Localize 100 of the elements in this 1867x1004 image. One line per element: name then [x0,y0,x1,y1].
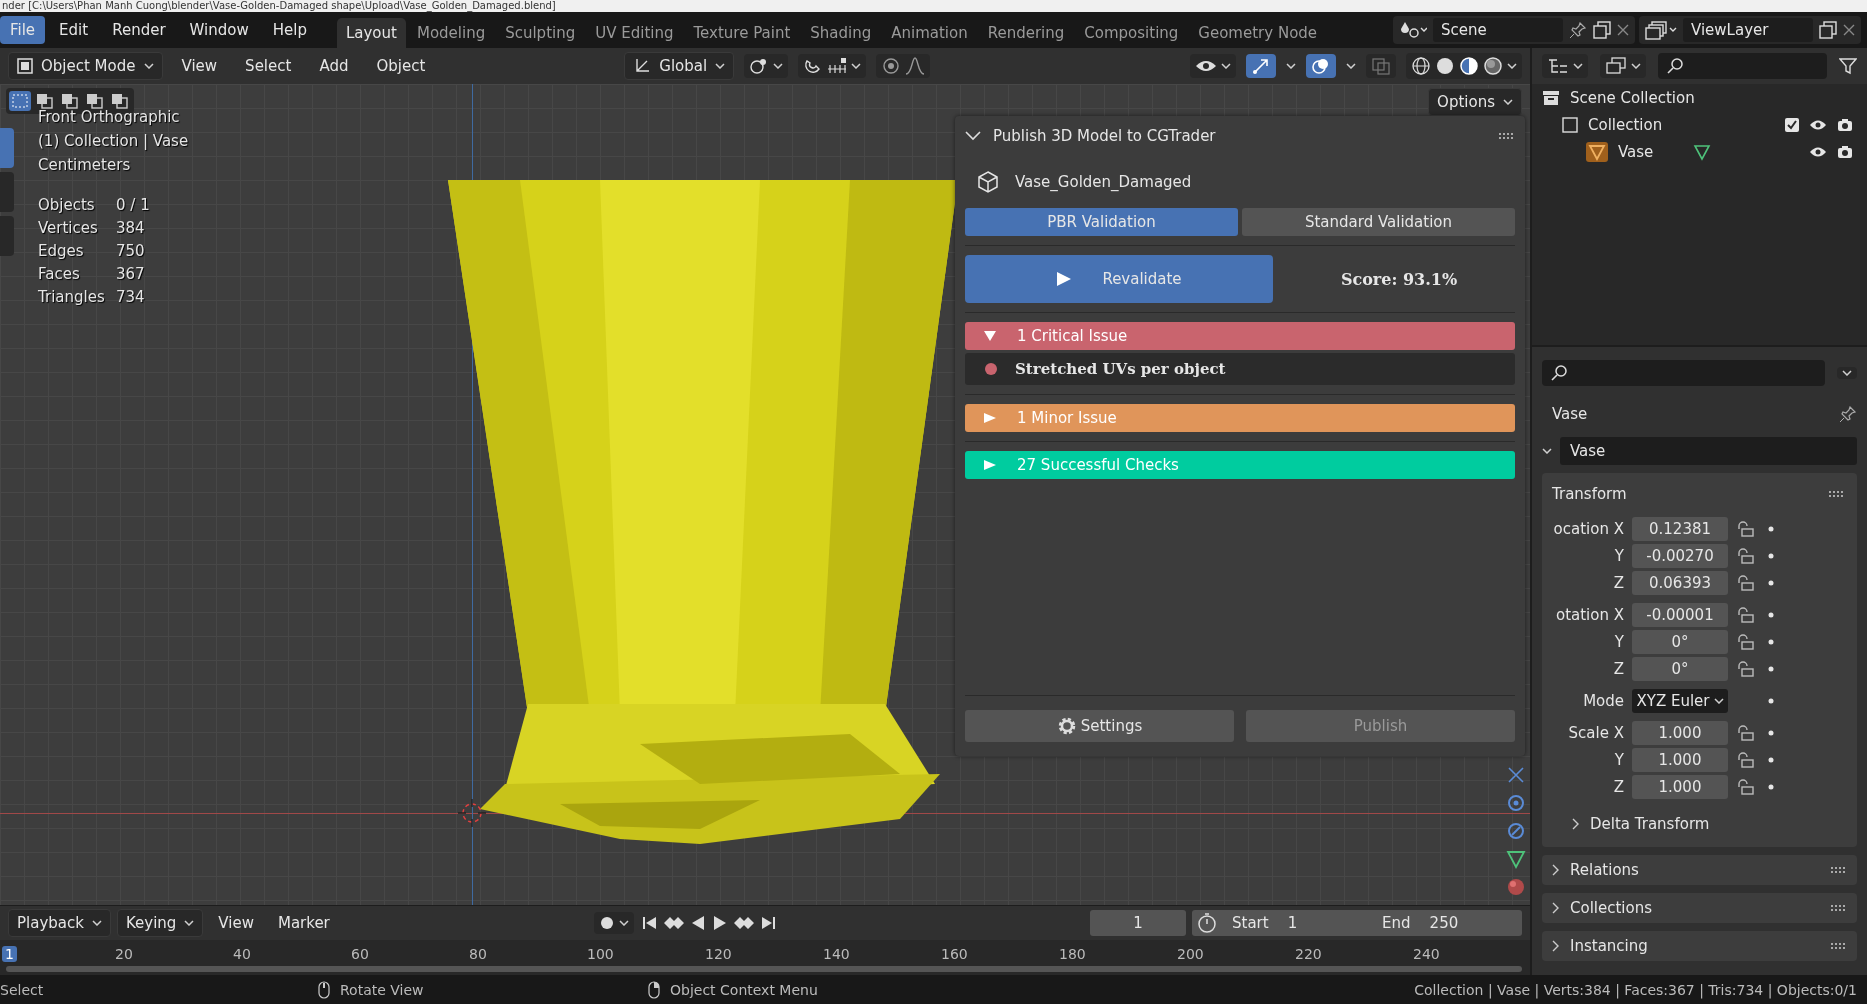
workspace-tab[interactable]: UV Editing [586,18,683,48]
keyframe-dot-icon[interactable] [1768,553,1774,559]
settings-button[interactable]: Settings [965,710,1234,742]
header-menu[interactable]: Object [367,53,435,79]
collapse-chevron-icon[interactable] [965,131,981,141]
mesh-data-icon[interactable] [1693,142,1712,161]
proportional-edit-icon[interactable] [881,57,902,75]
solid-shading-icon[interactable] [1435,56,1455,76]
workspace-tab[interactable]: Layout [336,18,406,48]
scene-icon[interactable] [1399,20,1427,40]
keyframe-dot-icon[interactable] [1768,784,1774,790]
start-frame-field[interactable]: Start 1 [1222,910,1372,936]
panel-header[interactable]: Collections [1542,893,1857,923]
lock-icon[interactable] [1736,725,1754,741]
workspace-tab[interactable]: Modeling [407,18,495,48]
drag-handle-icon[interactable] [1499,133,1515,139]
menu-item[interactable]: Render [102,16,176,44]
mode-dropdown[interactable]: XYZ Euler [1632,689,1728,713]
lock-icon[interactable] [1736,661,1754,677]
header-menu[interactable]: View [172,53,227,79]
outliner-display-icon[interactable] [1547,57,1569,75]
number-field[interactable]: 0° [1632,657,1728,681]
constraint-icon[interactable] [1506,765,1526,785]
previous-keyframe-icon[interactable] [662,914,686,932]
material-icon[interactable] [1506,877,1526,897]
search-field[interactable] [1658,53,1827,79]
next-keyframe-icon[interactable] [732,914,756,932]
timeline-menu[interactable]: Keying [116,909,204,937]
current-frame-field[interactable]: 1 [1090,910,1186,936]
revalidate-button[interactable]: Revalidate [965,255,1273,303]
eye-icon[interactable] [1809,145,1827,158]
issue-group-header[interactable]: 1 Critical Issue [965,322,1515,350]
selection-mode-icon[interactable] [84,91,106,111]
scrollbar[interactable] [6,966,1522,972]
duplicate-icon[interactable] [1819,21,1837,39]
number-field[interactable]: 1.000 [1632,721,1728,745]
view-layer-name[interactable]: ViewLayer [1683,18,1813,42]
mode-dropdown[interactable]: Object Mode [8,52,163,80]
menu-item[interactable]: Edit [49,16,99,44]
scene-selector[interactable]: Scene [1393,16,1635,44]
rendered-shading-icon[interactable] [1483,56,1503,76]
keyframe-dot-icon[interactable] [1768,666,1774,672]
number-field[interactable]: 1.000 [1632,748,1728,772]
selection-mode-icon[interactable] [109,91,131,111]
pin-icon[interactable] [1839,405,1857,423]
mesh-data-icon[interactable] [1506,849,1526,869]
lock-icon[interactable] [1736,521,1754,537]
number-field[interactable]: 0.06393 [1632,571,1728,595]
subpanel-heading[interactable]: Delta Transform [1590,815,1710,833]
number-field[interactable]: 0° [1632,630,1728,654]
number-field[interactable]: 1.000 [1632,775,1728,799]
wireframe-shading-icon[interactable] [1411,56,1431,76]
validation-tab[interactable]: Standard Validation [1242,208,1515,236]
workspace-tab[interactable]: Geometry Node [1189,18,1327,48]
number-field[interactable]: 0.12381 [1632,517,1728,541]
menu-item[interactable]: File [0,16,46,44]
lock-icon[interactable] [1736,607,1754,623]
lock-icon[interactable] [1736,575,1754,591]
header-menu[interactable]: Add [310,53,358,79]
overlay-icon[interactable] [1311,57,1331,75]
drag-handle-icon[interactable] [1829,491,1845,497]
search-field[interactable] [1542,360,1825,386]
number-field[interactable]: -0.00001 [1632,603,1728,627]
object-constraint-icon[interactable] [1506,821,1526,841]
workspace-tab[interactable]: Compositing [1075,18,1188,48]
view-layer-selector[interactable]: ViewLayer [1639,16,1861,44]
exclude-checkbox[interactable] [1785,117,1799,132]
workspace-tab[interactable]: Sculpting [496,18,585,48]
end-frame-field[interactable]: End 250 [1372,910,1522,936]
outliner-item[interactable]: Collection [1588,115,1663,134]
record-icon[interactable] [599,915,615,931]
physics-icon[interactable] [1506,793,1526,813]
workspace-tab[interactable]: Animation [882,18,977,48]
duplicate-icon[interactable] [1593,21,1611,39]
lock-icon[interactable] [1736,779,1754,795]
lock-icon[interactable] [1736,548,1754,564]
panel-heading[interactable]: Transform [1552,485,1627,503]
keyframe-dot-icon[interactable] [1768,580,1774,586]
eye-icon[interactable] [1809,118,1827,131]
keyframe-dot-icon[interactable] [1768,730,1774,736]
filter-icon[interactable] [1839,57,1857,75]
workspace-tab[interactable]: Texture Paint [684,18,800,48]
number-field[interactable]: -0.00270 [1632,544,1728,568]
keyframe-dot-icon[interactable] [1768,639,1774,645]
selection-mode-icon[interactable] [59,91,81,111]
drag-handle-icon[interactable] [1831,867,1847,873]
snap-increment-icon[interactable] [827,57,848,75]
timeline-menu[interactable]: Playback [8,909,111,937]
timeline-menu[interactable]: View [209,910,263,936]
layers-icon[interactable] [1605,57,1627,75]
keyframe-dot-icon[interactable] [1768,757,1774,763]
outliner-item[interactable]: Scene Collection [1570,88,1695,107]
menu-item[interactable]: Window [179,16,259,44]
camera-icon[interactable] [1837,144,1853,159]
falloff-icon[interactable] [905,57,926,75]
keyframe-dot-icon[interactable] [1768,612,1774,618]
close-icon[interactable] [1843,24,1855,36]
material-shading-icon[interactable] [1459,56,1479,76]
keyframe-dot-icon[interactable] [1768,698,1774,704]
panel-header[interactable]: Relations [1542,855,1857,885]
